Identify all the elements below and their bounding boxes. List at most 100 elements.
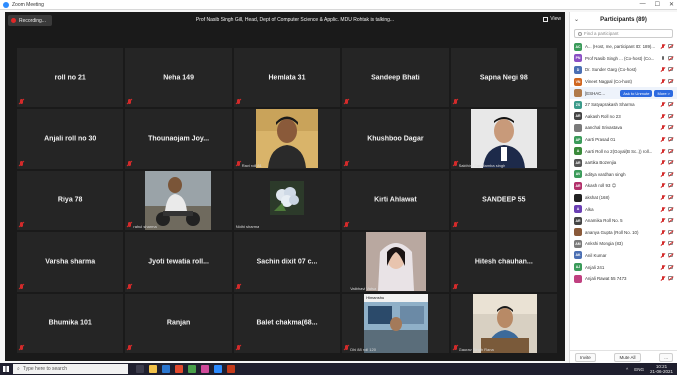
mute-all-button[interactable]: Mute All <box>614 352 641 362</box>
participant-status <box>661 241 673 246</box>
video-tile[interactable]: Riya 78 <box>17 170 124 231</box>
participant-avatar: AR <box>574 158 582 167</box>
chrome-icon[interactable] <box>175 365 183 373</box>
video-off-icon <box>668 102 673 107</box>
muted-mic-icon <box>661 79 665 84</box>
minimize-icon[interactable]: — <box>640 1 646 8</box>
participant-row[interactable]: VN Vineet Nagpal (Co-host) <box>570 76 677 88</box>
participant-row[interactable]: ananya Gupta (Roll No. 10) <box>570 227 677 239</box>
search-icon <box>578 31 582 36</box>
maximize-icon[interactable]: ☐ <box>655 1 660 8</box>
muted-mic-icon <box>661 229 665 235</box>
video-off-icon <box>668 195 673 200</box>
recording-indicator[interactable]: Recording... <box>8 15 52 26</box>
participant-row-name: aartika Bozenjia <box>585 160 617 166</box>
video-grid: roll no 21 Neha 149 Hemlata 31 Sandeep B… <box>17 48 557 353</box>
participant-row[interactable]: AK Anil Kumar <box>570 250 677 262</box>
muted-mic-icon <box>127 283 132 290</box>
video-tile[interactable]: SANDEEP 55 <box>450 170 557 231</box>
participant-row[interactable]: AR Aakash Roll no 23 <box>570 111 677 123</box>
participant-row[interactable]: AR Anamika Roll No. 5 <box>570 215 677 227</box>
video-off-icon <box>668 55 673 60</box>
video-tile[interactable]: Gaurav Singh Rana <box>450 293 557 353</box>
video-tile[interactable]: Sandeep Bhati <box>342 48 449 108</box>
participant-row[interactable]: PN Prof Nasib Singh ... (Co-host) (Co... <box>570 53 677 65</box>
more-options-button[interactable]: ... <box>659 352 673 362</box>
video-tile[interactable]: Ravi roll 81 <box>233 109 341 169</box>
participant-row[interactable]: AM Ankshi Mongia (83) <box>570 238 677 250</box>
store-icon[interactable] <box>188 365 196 373</box>
participant-row[interactable]: akshat (168) <box>570 192 677 204</box>
video-tile[interactable]: rahul sharma <box>125 170 232 231</box>
participant-row[interactable]: D Dr. Sunder Garg (Co-host) <box>570 64 677 76</box>
video-off-icon <box>668 79 673 84</box>
participant-row[interactable]: [ESHAC... Ask to Unmute More > <box>570 87 677 99</box>
video-tile[interactable]: roll no 21 <box>17 48 124 108</box>
invite-button[interactable]: Invite <box>575 352 596 362</box>
ask-to-unmute-button[interactable]: Ask to Unmute <box>620 89 653 97</box>
participant-avatar: AJ <box>574 263 582 272</box>
participant-avatar: D <box>574 65 582 74</box>
participant-avatar: AV <box>574 170 582 179</box>
video-tile[interactable]: Ranjan <box>125 293 232 353</box>
participant-search-input[interactable]: Find a participant <box>574 29 673 38</box>
more-button[interactable]: More > <box>654 89 673 97</box>
close-icon[interactable]: ✕ <box>669 1 674 8</box>
video-tile[interactable]: Hitesh chauhan... <box>450 232 557 292</box>
video-tile[interactable]: Thounaojam Joy... <box>125 109 232 169</box>
search-placeholder: Find a participant <box>584 31 619 36</box>
muted-mic-icon <box>661 183 665 188</box>
video-tile[interactable]: Jyoti tewatia roll... <box>125 232 232 292</box>
view-button[interactable]: View <box>543 16 561 22</box>
participant-row[interactable]: AC A... (Host, me, participant ID: 189)..… <box>570 41 677 53</box>
video-tile[interactable]: Sapna Negi 98 <box>450 48 557 108</box>
participant-caption: Nidhi sharma <box>235 224 260 230</box>
participant-row[interactable]: AJ Anjali 241 <box>570 261 677 273</box>
video-tile[interactable]: Sachin dixit 07 c... <box>233 232 341 292</box>
clock[interactable]: 10:21 21-06-2021 <box>650 364 673 374</box>
participant-row[interactable]: ZS 27 Satyaprakash Sharma <box>570 99 677 111</box>
taskbar-search-input[interactable]: ⌕ Type here to search <box>13 364 128 374</box>
participant-row[interactable]: AP Aarti Prasad 01 <box>570 134 677 146</box>
participant-status <box>661 67 673 72</box>
system-tray: ^ ENG 10:21 21-06-2021 <box>626 364 673 374</box>
powerpoint-icon[interactable] <box>227 365 235 373</box>
app-icon[interactable] <box>201 365 209 373</box>
participant-row[interactable]: aanchal Srivastava <box>570 122 677 134</box>
video-tile[interactable]: Himanshu Dhi 88 roll 120 <box>342 293 449 353</box>
participant-row[interactable]: AR Akash roll 93 😊 <box>570 180 677 192</box>
participant-row[interactable]: A Alka <box>570 203 677 215</box>
tray-chevron-icon[interactable]: ^ <box>626 367 628 372</box>
video-tile[interactable]: Balet chakma(68... <box>233 293 341 353</box>
participants-header: ⌄ Participants (89) <box>570 12 677 27</box>
language-indicator[interactable]: ENG <box>634 367 644 372</box>
participant-row[interactable]: AR aartika Bozenjia <box>570 157 677 169</box>
participant-avatar: ZS <box>574 100 582 109</box>
mic-icon <box>661 55 665 61</box>
video-tile[interactable]: Kirti Ahlawat <box>342 170 449 231</box>
video-off-icon <box>668 183 673 188</box>
participant-name: Anjali roll no 30 <box>44 135 97 143</box>
video-tile[interactable]: Varsha sharma <box>17 232 124 292</box>
file-explorer-icon[interactable] <box>149 365 157 373</box>
window-title: Zoom Meeting <box>12 1 44 8</box>
collapse-chevron-icon[interactable]: ⌄ <box>574 16 579 23</box>
zoom-taskbar-icon[interactable] <box>214 365 222 373</box>
participant-row[interactable]: AV aditya vardhan singh <box>570 169 677 181</box>
participant-caption: rahul sharma <box>133 224 157 230</box>
participant-caption: Gaurav Singh Rana <box>458 347 494 352</box>
participant-row[interactable]: Anjali Rawat 55 7473 <box>570 273 677 285</box>
video-tile[interactable]: Hemlata 31 <box>233 48 341 108</box>
video-tile[interactable]: Neha 149 <box>125 48 232 108</box>
participant-row[interactable]: A Aarti Roll no 2(Goyal(B Sc..)) roll... <box>570 145 677 157</box>
video-tile[interactable]: Vaibhavi Vatsa <box>342 232 449 292</box>
video-tile[interactable]: Nidhi sharma <box>233 170 341 231</box>
task-view-icon[interactable] <box>136 365 144 373</box>
start-button[interactable] <box>0 363 11 375</box>
video-tile[interactable]: Khushboo Dagar <box>342 109 449 169</box>
video-tile[interactable]: Anjali roll no 30 <box>17 109 124 169</box>
video-tile[interactable]: Sakthim Sanatamba singh <box>450 109 557 169</box>
edge-icon[interactable] <box>162 365 170 373</box>
muted-mic-icon <box>19 222 24 228</box>
video-tile[interactable]: Bhumika 101 <box>17 293 124 353</box>
